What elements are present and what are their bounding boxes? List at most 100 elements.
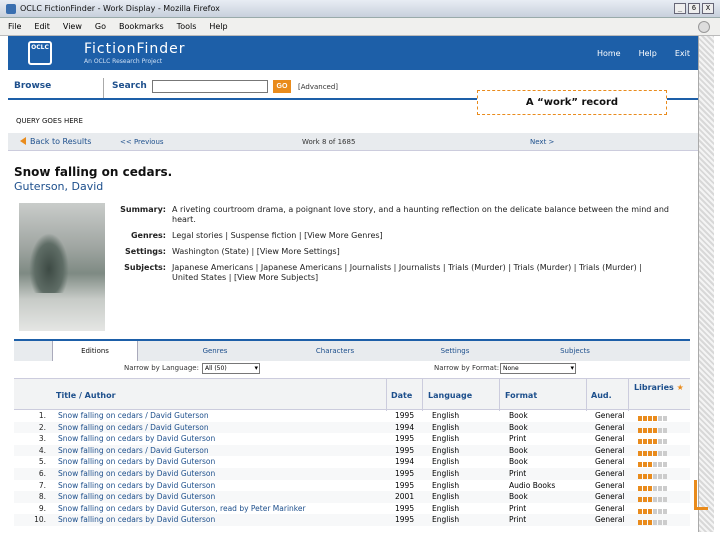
maximize-button[interactable]: 6: [688, 3, 700, 14]
work-author-link[interactable]: Guterson, David: [14, 180, 103, 193]
row-date: 1995: [395, 434, 415, 444]
subjects-links[interactable]: Japanese Americans | Japanese Americans …: [172, 263, 670, 283]
col-title-author[interactable]: Title / Author: [56, 391, 116, 400]
table-row[interactable]: 4. Snow falling on cedars / David Guterso…: [14, 444, 690, 457]
holdings-bar: [658, 450, 662, 456]
row-title-link[interactable]: Snow falling on cedars by David Guterson: [58, 480, 388, 491]
minimize-button[interactable]: _: [674, 3, 686, 14]
menu-view[interactable]: View: [55, 18, 87, 31]
format-select[interactable]: None: [500, 363, 576, 374]
row-title-link[interactable]: Snow falling on cedars / David Guterson: [58, 410, 388, 421]
table-row[interactable]: 9. Snow falling on cedars by David Guters…: [14, 503, 690, 515]
holdings-bar: [658, 508, 662, 514]
close-button[interactable]: X: [702, 3, 714, 14]
col-language[interactable]: Language: [428, 391, 472, 400]
holdings-bar: [663, 427, 667, 433]
col-format[interactable]: Format: [505, 391, 537, 400]
holdings-bar: [653, 473, 657, 479]
row-title-link[interactable]: Snow falling on cedars by David Guterson: [58, 433, 388, 444]
holdings-bar: [643, 462, 647, 468]
advanced-search-link[interactable]: [Advanced]: [298, 83, 338, 91]
row-format: Book: [509, 411, 528, 420]
settings-links[interactable]: Washington (State) | [View More Settings…: [172, 247, 670, 257]
col-libraries[interactable]: Libraries ★: [634, 383, 684, 392]
menu-go[interactable]: Go: [87, 18, 111, 31]
row-date: 1995: [395, 445, 415, 455]
row-date: 1994: [395, 457, 415, 467]
table-row[interactable]: 1. Snow falling on cedars / David Guterso…: [14, 410, 690, 422]
table-row[interactable]: 6. Snow falling on cedars by David Guters…: [14, 467, 690, 480]
row-language: English: [432, 457, 460, 467]
tab-editions[interactable]: Editions: [52, 341, 138, 363]
row-number: 2.: [38, 422, 46, 432]
nav-home[interactable]: Home: [597, 49, 621, 58]
holdings-bar: [663, 416, 667, 421]
tab-genres[interactable]: Genres: [170, 341, 260, 363]
page-scrollbar[interactable]: [698, 36, 714, 532]
row-audience: General: [595, 515, 625, 525]
row-language: English: [432, 434, 460, 444]
row-title-link[interactable]: Snow falling on cedars by David Guterson…: [58, 503, 388, 514]
language-select[interactable]: All (50): [202, 363, 260, 374]
col-audience[interactable]: Aud.: [591, 391, 612, 400]
tab-characters[interactable]: Characters: [290, 341, 380, 363]
table-row[interactable]: 2. Snow falling on cedars / David Guterso…: [14, 421, 690, 434]
go-button[interactable]: GO: [273, 80, 291, 93]
genres-links[interactable]: Legal stories | Suspense fiction | [View…: [172, 231, 670, 241]
menu-tools[interactable]: Tools: [169, 18, 202, 31]
search-input[interactable]: [152, 80, 268, 93]
holdings-bar: [643, 416, 647, 421]
row-language: English: [432, 492, 460, 502]
row-language: English: [432, 515, 460, 525]
next-link[interactable]: Next >: [530, 138, 554, 146]
row-format: Book: [509, 445, 528, 455]
table-row[interactable]: 8. Snow falling on cedars by David Guters…: [14, 491, 690, 503]
row-language: English: [432, 468, 460, 478]
browse-link[interactable]: Browse: [14, 81, 51, 91]
col-date[interactable]: Date: [391, 391, 412, 400]
row-title-link[interactable]: Snow falling on cedars by David Guterson: [58, 456, 388, 467]
holdings-bar: [653, 485, 657, 491]
holdings-bar: [638, 497, 642, 503]
row-title-link[interactable]: Snow falling on cedars by David Guterson: [58, 514, 388, 525]
nav-help[interactable]: Help: [639, 49, 657, 58]
filter-row: Narrow by Language: All (50) Narrow by F…: [14, 361, 690, 377]
row-audience: General: [595, 411, 625, 420]
table-row[interactable]: 10. Snow falling on cedars by David Guter…: [14, 514, 690, 526]
menu-file[interactable]: File: [0, 18, 26, 31]
menu-edit[interactable]: Edit: [26, 18, 55, 31]
search-label: Search: [112, 81, 147, 91]
holdings-bar: [648, 439, 652, 445]
row-title-link[interactable]: Snow falling on cedars by David Guterson: [58, 468, 388, 479]
back-to-results-link[interactable]: Back to Results: [20, 137, 91, 146]
menu-bookmarks[interactable]: Bookmarks: [111, 18, 169, 31]
cover-tree: [29, 233, 69, 293]
menu-help[interactable]: Help: [201, 18, 232, 31]
holdings-bar: [638, 485, 642, 491]
holdings-bar: [663, 508, 667, 514]
table-row[interactable]: 3. Snow falling on cedars by David Guters…: [14, 433, 690, 445]
row-title-link[interactable]: Snow falling on cedars / David Guterson: [58, 422, 388, 433]
row-format: Print: [509, 503, 527, 513]
holdings-bar: [658, 416, 662, 421]
results-nav: Back to Results << Previous Work 8 of 16…: [8, 133, 698, 151]
table-row[interactable]: 5. Snow falling on cedars by David Guters…: [14, 456, 690, 468]
row-title-link[interactable]: Snow falling on cedars by David Guterson: [58, 491, 388, 502]
row-title-link[interactable]: Snow falling on cedars / David Guterson: [58, 445, 388, 456]
tab-subjects[interactable]: Subjects: [530, 341, 620, 363]
holdings-bar: [638, 520, 642, 526]
holdings-bar: [638, 427, 642, 433]
oclc-logo[interactable]: OCLC: [28, 41, 52, 65]
tab-settings[interactable]: Settings: [410, 341, 500, 363]
table-row[interactable]: 7. Snow falling on cedars by David Guters…: [14, 480, 690, 492]
row-number: 1.: [38, 411, 46, 420]
nav-exit[interactable]: Exit: [675, 49, 690, 58]
holdings-bar: [663, 439, 667, 445]
holdings-bar: [653, 508, 657, 514]
holdings-bar: [648, 520, 652, 526]
window-title: OCLC FictionFinder - Work Display - Mozi…: [20, 4, 220, 13]
holdings-bar: [658, 473, 662, 479]
holdings-bar: [658, 462, 662, 468]
previous-link[interactable]: << Previous: [120, 138, 164, 146]
holdings-bar: [643, 450, 647, 456]
